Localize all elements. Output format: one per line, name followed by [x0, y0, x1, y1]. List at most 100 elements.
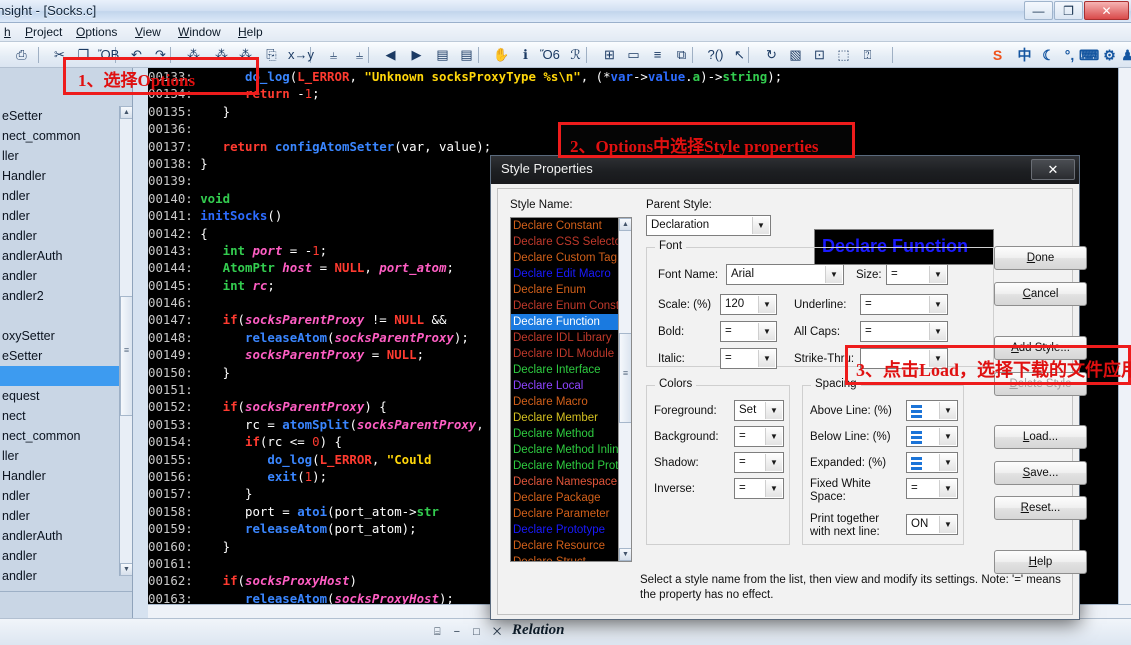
browse-icon[interactable]: Ὅ6 — [540, 46, 559, 64]
scroll-thumb[interactable] — [120, 296, 133, 416]
style-list-scrollbar[interactable]: ▲ ▼ — [618, 218, 631, 561]
style-name-list[interactable]: Declare ConstantDeclare CSS SelectorDecl… — [510, 217, 632, 562]
underline-combo[interactable]: = ▼ — [860, 294, 948, 315]
menu-item-help[interactable]: Help — [238, 25, 263, 39]
pointer-help-icon[interactable]: ↖ — [730, 46, 749, 64]
symbol-list-item[interactable]: ndler — [0, 206, 120, 226]
chevron-down-icon[interactable]: ▼ — [765, 402, 782, 419]
chevron-down-icon[interactable]: ▼ — [939, 428, 956, 445]
reset-button[interactable]: Reset... — [994, 496, 1087, 520]
chevron-down-icon[interactable]: ▼ — [758, 323, 775, 340]
chevron-down-icon[interactable]: ▼ — [929, 266, 946, 283]
clone-window-icon[interactable]: ⧉ — [672, 46, 691, 64]
bold-combo[interactable]: = ▼ — [720, 321, 777, 342]
style-scroll-thumb[interactable] — [619, 333, 632, 423]
style-scroll-up-arrow-icon[interactable]: ▲ — [619, 218, 632, 231]
style-scroll-down-arrow-icon[interactable]: ▼ — [619, 548, 632, 561]
scale-combo[interactable]: 120 ▼ — [720, 294, 777, 315]
foreground-combo[interactable]: Set ▼ — [734, 400, 784, 421]
symbol-list-item[interactable]: andler — [0, 566, 120, 586]
bookmark-prev-icon[interactable]: ⫨ — [324, 46, 343, 64]
jump-to-def-icon[interactable]: ▤ — [433, 46, 452, 64]
below-line-combo[interactable]: ▼ — [906, 426, 958, 447]
style-list-item[interactable]: Declare Method Inline — [511, 442, 619, 458]
style-list-item[interactable]: Declare Enum — [511, 282, 619, 298]
keyboard-icon[interactable]: ⌨ — [1079, 46, 1098, 64]
skin-icon[interactable]: ♟ — [1118, 46, 1131, 64]
save-button[interactable]: Save... — [994, 461, 1087, 485]
degree-icon[interactable]: °, — [1060, 46, 1079, 64]
symbol-list-item[interactable]: equest — [0, 386, 120, 406]
size-combo[interactable]: = ▼ — [886, 264, 948, 285]
style-list-item[interactable]: Declare Member — [511, 410, 619, 426]
symbol-list-scrollbar[interactable]: ▲ ▼ — [119, 106, 132, 576]
parent-style-combo[interactable]: Declaration ▼ — [646, 215, 771, 236]
style-list-item[interactable]: Declare Custom Tag — [511, 250, 619, 266]
menu-item-view[interactable]: View — [135, 25, 161, 39]
code-line[interactable]: 00135: } — [148, 103, 782, 120]
symbol-list-item[interactable]: ller — [0, 446, 120, 466]
symbol-list-item[interactable]: andler2 — [0, 286, 120, 306]
symbol-list-item[interactable]: nect — [0, 406, 120, 426]
menu-item-project[interactable]: Project — [25, 25, 62, 39]
symbol-list-item[interactable]: andlerAuth — [0, 246, 120, 266]
chevron-down-icon[interactable]: ▼ — [939, 480, 956, 497]
chinese-mode-icon[interactable]: 中 — [1015, 46, 1034, 64]
style-list-item[interactable]: Declare Method Proto — [511, 458, 619, 474]
menu-item-options[interactable]: Options — [76, 25, 117, 39]
style-list-item[interactable]: Declare Package — [511, 490, 619, 506]
style-list-item[interactable]: Declare Edit Macro — [511, 266, 619, 282]
chevron-down-icon[interactable]: ▼ — [765, 480, 782, 497]
close-button[interactable]: ✕ — [1084, 1, 1129, 20]
moon-icon[interactable]: ☾ — [1039, 46, 1058, 64]
context-icon[interactable]: ℹ — [516, 46, 535, 64]
find-in-files-icon[interactable]: ⎘ — [262, 46, 281, 64]
symbol-list-item[interactable] — [0, 366, 120, 386]
background-combo[interactable]: = ▼ — [734, 426, 784, 447]
style-list-item[interactable]: Declare Prototype — [511, 522, 619, 538]
style-list-item[interactable]: Declare Namespace — [511, 474, 619, 490]
menu-item-h[interactable]: h — [4, 25, 11, 39]
symbol-list[interactable]: eSetternect_commonllerHandlerndlerndlera… — [0, 106, 120, 586]
symbol-list-item[interactable]: nect_common — [0, 126, 120, 146]
symbol-list-item[interactable]: ndler — [0, 506, 120, 526]
chevron-down-icon[interactable]: ▼ — [752, 217, 769, 234]
help-context-icon[interactable]: ⍰ — [858, 46, 877, 64]
symbol-list-item[interactable]: ndler — [0, 486, 120, 506]
style-list-item[interactable]: Declare CSS Selector — [511, 234, 619, 250]
symbol-list-item[interactable]: ller — [0, 146, 120, 166]
symbol-list-item[interactable]: andler — [0, 226, 120, 246]
style-list-item[interactable]: Declare Parameter — [511, 506, 619, 522]
chevron-down-icon[interactable]: ▼ — [939, 402, 956, 419]
style-list-item[interactable]: Declare Enum Const — [511, 298, 619, 314]
symbol-list-item[interactable] — [0, 306, 120, 326]
symbol-list-item[interactable]: ndler — [0, 186, 120, 206]
symbol-list-item[interactable]: eSetter — [0, 106, 120, 126]
symbol-list-item[interactable]: eSetter — [0, 346, 120, 366]
chevron-down-icon[interactable]: ▼ — [765, 454, 782, 471]
symbol-list-item[interactable]: Handler — [0, 466, 120, 486]
forward-icon[interactable]: ▶ — [407, 46, 426, 64]
style-list-item[interactable]: Declare Function — [511, 314, 619, 330]
chevron-down-icon[interactable]: ▼ — [929, 323, 946, 340]
symbol-list-item[interactable]: nect_common — [0, 426, 120, 446]
single-window-icon[interactable]: ▭ — [624, 46, 643, 64]
print-icon[interactable]: ⎙ — [12, 46, 31, 64]
expanded-combo[interactable]: ▼ — [906, 452, 958, 473]
bookmark-next-icon[interactable]: ⫨ — [350, 46, 369, 64]
style-list-item[interactable]: Declare Interface — [511, 362, 619, 378]
back-icon[interactable]: ◀ — [381, 46, 400, 64]
minimize-button[interactable]: — — [1024, 1, 1053, 20]
chevron-down-icon[interactable]: ▼ — [929, 296, 946, 313]
fixed-white-space-combo[interactable]: = ▼ — [906, 478, 958, 499]
style-list-item[interactable]: Declare IDL Module — [511, 346, 619, 362]
menu-item-window[interactable]: Window — [178, 25, 221, 39]
panel-window-controls[interactable]: ⌸ − □ ✕ — [434, 626, 506, 639]
tile-windows-icon[interactable]: ⊞ — [600, 46, 619, 64]
style-list-item[interactable]: Declare Macro — [511, 394, 619, 410]
source-link-icon[interactable]: ▧ — [786, 46, 805, 64]
style-list-item[interactable]: Declare IDL Library — [511, 330, 619, 346]
split-window-icon[interactable]: ≡ — [648, 46, 667, 64]
print-together-combo[interactable]: ON ▼ — [906, 514, 958, 535]
regex-icon[interactable]: ℛ — [566, 46, 585, 64]
